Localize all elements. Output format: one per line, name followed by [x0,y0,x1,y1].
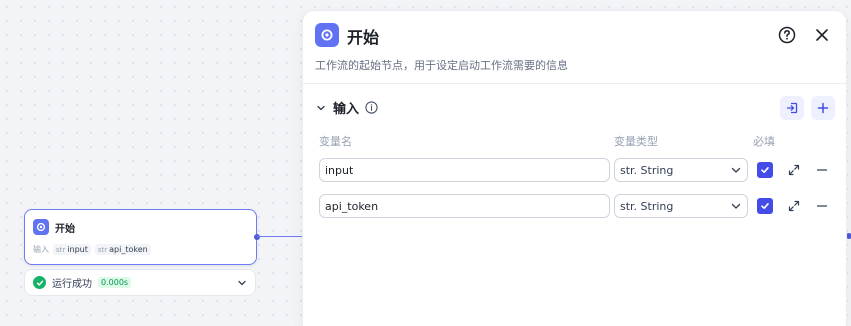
connection-edge[interactable] [257,236,302,237]
node-header: 开始 [33,219,75,235]
node-var-name: api_token [109,245,148,254]
variable-type-select[interactable]: str. String [614,158,748,182]
column-header-type: 变量类型 [614,135,658,148]
remove-icon[interactable] [813,197,831,215]
node-var-type: str [56,245,66,254]
variable-row: str. String [319,158,839,182]
plus-icon [817,102,829,114]
workflow-start-icon [315,23,339,47]
variable-type-select[interactable]: str. String [614,194,748,218]
required-checkbox[interactable] [757,162,773,178]
required-checkbox[interactable] [757,198,773,214]
output-handle[interactable] [254,234,260,240]
node-var-pill: str api_token [94,244,151,255]
input-section-header[interactable]: 输入 [315,98,378,117]
info-icon[interactable] [365,101,378,114]
variable-row: str. String [319,194,839,218]
variable-type-value: str. String [620,199,674,213]
chevron-down-icon [730,164,742,176]
chevron-down-icon[interactable] [315,102,327,114]
panel-description: 工作流的起始节点，用于设定启动工作流需要的信息 [315,59,568,72]
variable-name-input[interactable] [319,194,610,218]
node-vars: 输入 str input str api_token [33,244,151,255]
node-var-name: input [67,245,88,254]
column-header-required: 必填 [753,135,775,148]
variable-type-value: str. String [620,163,674,177]
expand-icon[interactable] [785,197,803,215]
section-title: 输入 [333,102,360,117]
node-var-pill: str input [53,244,91,255]
node-title: 开始 [55,223,75,235]
import-button[interactable] [780,96,804,120]
close-icon[interactable] [812,25,832,45]
remove-icon[interactable] [813,161,831,179]
node-settings-panel: 开始 工作流的起始节点，用于设定启动工作流需要的信息 输入 变量名 变量类型 必… [302,10,847,326]
import-icon [785,101,799,115]
start-node[interactable]: 开始 输入 str input str api_token [24,209,260,265]
expand-icon[interactable] [785,161,803,179]
column-header-name: 变量名 [319,135,352,148]
help-icon[interactable] [777,25,797,45]
node-input-label: 输入 [33,245,49,254]
run-status-text: 运行成功 [52,279,92,290]
run-status-bar[interactable]: 运行成功 0.000s [24,269,256,296]
check-circle-icon [33,276,46,289]
panel-title: 开始 [347,28,380,47]
workflow-start-icon [33,219,49,235]
node-var-type: str [97,245,108,254]
chevron-down-icon [730,200,742,212]
divider [303,83,846,84]
variable-name-input[interactable] [319,158,610,182]
chevron-down-icon[interactable] [237,278,247,288]
run-time-badge: 0.000s [98,277,132,288]
add-variable-button[interactable] [811,96,835,120]
